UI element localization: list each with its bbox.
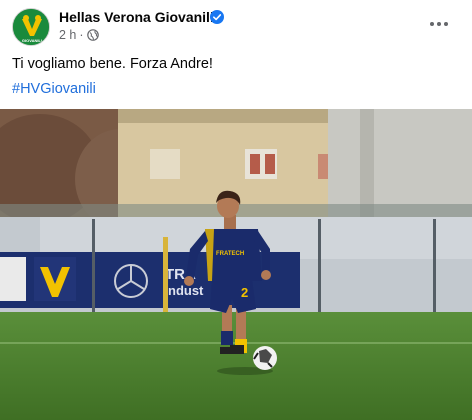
post-header: GIOVANILI Hellas Verona Giovanili 2 h · xyxy=(0,0,472,50)
post-text: Ti vogliamo bene. Forza Andre! xyxy=(12,56,213,72)
avatar-label: GIOVANILI xyxy=(22,38,42,43)
banner-text-2: ndust xyxy=(168,283,204,298)
avatar[interactable]: GIOVANILI xyxy=(12,8,50,46)
globe-icon[interactable] xyxy=(86,29,99,41)
hashtag-link[interactable]: #HVGiovanili xyxy=(12,81,96,97)
verified-badge-icon xyxy=(210,10,224,24)
meta-separator: · xyxy=(79,28,84,42)
post-time[interactable]: 2 h xyxy=(59,28,76,42)
more-options-icon[interactable] xyxy=(424,11,454,37)
post-meta: 2 h · xyxy=(59,28,99,42)
post-photo[interactable]: TRA ndust 2 FRATECH xyxy=(0,109,472,420)
club-logo-icon: GIOVANILI xyxy=(13,9,49,45)
author-name[interactable]: Hellas Verona Giovanili xyxy=(59,9,214,25)
jersey-number: 2 xyxy=(241,285,248,300)
jersey-sponsor: FRATECH xyxy=(216,251,244,257)
football-photo: TRA ndust 2 FRATECH xyxy=(0,109,472,420)
